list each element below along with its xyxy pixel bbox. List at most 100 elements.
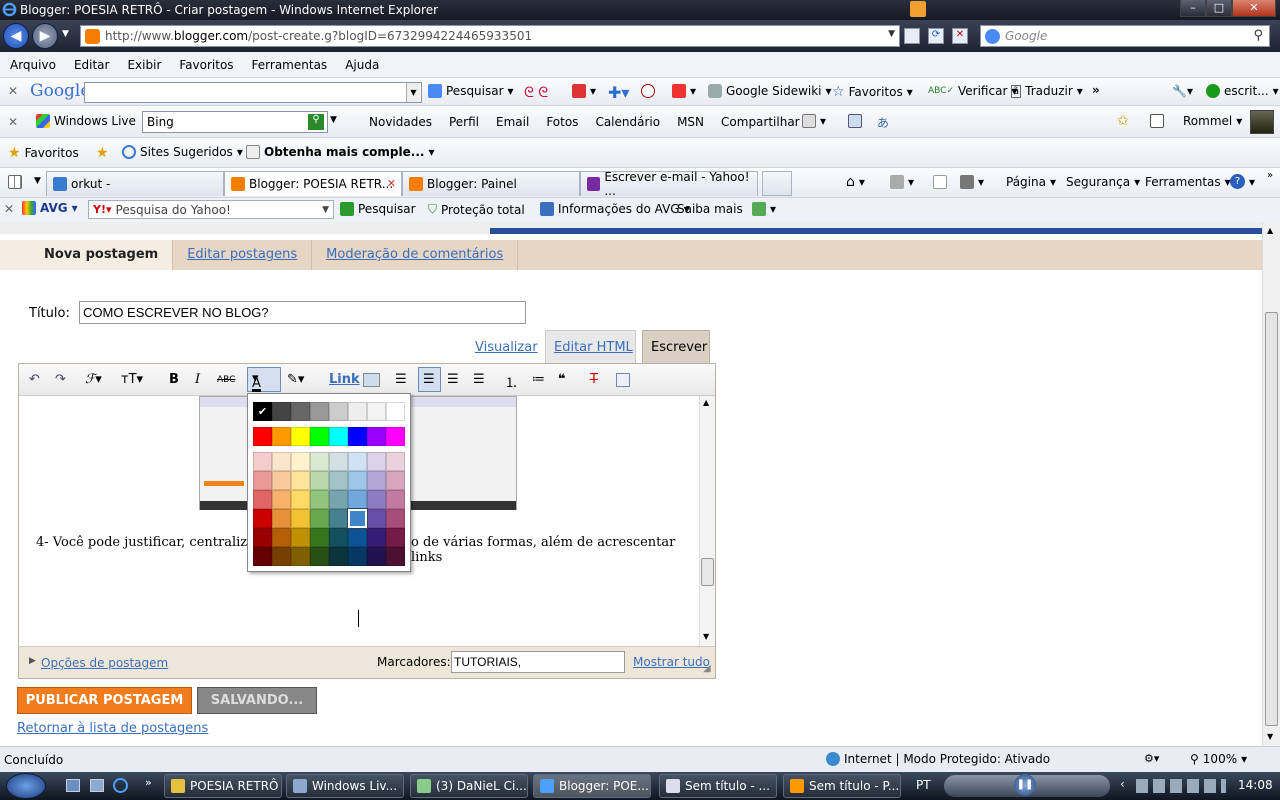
justify-icon[interactable]: ☰	[473, 372, 485, 387]
page-scrollbar[interactable]: ▲ ▼	[1262, 222, 1280, 746]
color-swatch-p5-0[interactable]	[253, 547, 272, 566]
color-swatch-p3-3[interactable]	[310, 509, 329, 528]
page-menu[interactable]: Página ▾	[1006, 175, 1056, 189]
color-swatch-r1-0[interactable]: ✔	[253, 402, 272, 421]
menu-item-4[interactable]: Ferramentas	[252, 58, 328, 72]
browser-tab-2[interactable]: Blogger: Painel	[402, 171, 580, 196]
google-search-button[interactable]: Pesquisar ▾	[428, 84, 514, 98]
color-swatch-p0-1[interactable]	[272, 452, 291, 471]
color-swatch-p2-0[interactable]	[253, 490, 272, 509]
search-dropdown-icon[interactable]: ▼	[406, 83, 420, 102]
orkut-badge-icon[interactable]	[641, 84, 655, 98]
maximize-button[interactable]: □	[1206, 0, 1232, 17]
learn-more-link[interactable]: Saiba mais	[677, 202, 743, 216]
more-chevron[interactable]: »	[1092, 83, 1100, 97]
remove-formatting-icon[interactable]: T̶	[590, 372, 598, 387]
color-swatch-p2-1[interactable]	[272, 490, 291, 509]
bold-icon[interactable]: B	[169, 372, 179, 387]
wrench-settings-icon[interactable]: 🔧▾	[1172, 84, 1193, 98]
favorites-button[interactable]: ★ Favoritos	[8, 145, 79, 161]
color-swatch-p4-2[interactable]	[291, 528, 310, 547]
switch-windows-icon[interactable]	[90, 779, 104, 792]
back-to-posts-link[interactable]: Retornar à lista de postagens	[17, 721, 208, 736]
address-dropdown-icon[interactable]: ▼	[888, 29, 895, 39]
translator-icon[interactable]: あ	[877, 114, 891, 130]
bing-search-icon[interactable]: ⚲	[308, 114, 324, 130]
color-swatch-r1-2[interactable]	[291, 402, 310, 421]
tray-expand-icon[interactable]: ‹	[1120, 777, 1125, 791]
color-swatch-p4-0[interactable]	[253, 528, 272, 547]
italic-icon[interactable]: I	[195, 372, 200, 387]
live-link-6[interactable]: Compartilhar	[721, 115, 800, 129]
refresh-icon[interactable]: ⟳	[928, 28, 944, 44]
color-swatch-p0-4[interactable]	[329, 452, 348, 471]
color-swatch-p5-1[interactable]	[272, 547, 291, 566]
menu-item-2[interactable]: Exibir	[127, 58, 161, 72]
check-spelling-button[interactable]: ABC✓ Verificar ▾	[928, 84, 1017, 98]
media-player-controls[interactable]: ❚❚	[944, 774, 1110, 797]
undo-icon[interactable]: ↶	[29, 372, 40, 387]
color-swatch-p1-6[interactable]	[367, 471, 386, 490]
avg-info-button[interactable]: Informações do AVG ▾	[540, 202, 690, 216]
print-button[interactable]: ▾	[960, 175, 984, 189]
get-more-addons-button[interactable]: Obtenha mais comple... ▾	[246, 145, 434, 159]
live-link-0[interactable]: Novidades	[369, 115, 432, 129]
menu-item-1[interactable]: Editar	[74, 58, 110, 72]
popup-blocker-icon[interactable]: ▾	[672, 84, 696, 98]
address-bar[interactable]: http://www. blogger.com/post-create.g?blo…	[80, 25, 900, 47]
labels-input[interactable]	[451, 651, 625, 673]
live-link-5[interactable]: MSN	[677, 115, 704, 129]
color-swatch-p2-2[interactable]	[291, 490, 310, 509]
color-swatch-p1-3[interactable]	[310, 471, 329, 490]
ie-quicklaunch-icon[interactable]	[113, 778, 128, 793]
blockquote-icon[interactable]: ❝	[558, 372, 566, 387]
avg-search-button[interactable]: Pesquisar	[340, 202, 416, 216]
browser-tab-1[interactable]: Blogger: POESIA RETR... ✕	[224, 171, 402, 196]
back-button[interactable]: ◀	[3, 23, 29, 49]
taskbar-item-1[interactable]: Windows Liv...	[286, 774, 404, 798]
color-swatch-p4-1[interactable]	[272, 528, 291, 547]
color-swatch-p4-6[interactable]	[367, 528, 386, 547]
color-swatch-r1-7[interactable]	[386, 402, 405, 421]
menu-item-5[interactable]: Ajuda	[345, 58, 379, 72]
taskbar-item-0[interactable]: POESIA RETRÔ	[164, 774, 282, 798]
start-button[interactable]	[6, 773, 46, 799]
post-title-input[interactable]	[79, 301, 526, 324]
preview-link[interactable]: Visualizar	[475, 340, 538, 355]
compat-view-icon[interactable]	[904, 28, 920, 44]
taskbar-item-5[interactable]: Sem título - P...	[783, 774, 901, 798]
scroll-up-icon[interactable]: ▲	[703, 398, 709, 407]
avg-close-icon[interactable]: ✕	[4, 202, 14, 216]
font-size-icon[interactable]: ᴛT▾	[121, 372, 143, 387]
color-swatch-p3-2[interactable]	[291, 509, 310, 528]
command-bar-more-icon[interactable]: »	[1267, 170, 1273, 181]
scroll-down-icon[interactable]: ▼	[703, 632, 709, 641]
language-indicator[interactable]: PT	[916, 778, 931, 792]
redo-icon[interactable]: ↷	[55, 372, 66, 387]
live-link-4[interactable]: Calendário	[595, 115, 660, 129]
quick-tabs-icon[interactable]	[8, 175, 22, 189]
editor-scroll-thumb[interactable]	[701, 558, 714, 586]
yahoo-search-input[interactable]: Y!▾ Pesquisa do Yahoo! ▼	[88, 200, 334, 219]
live-link-1[interactable]: Perfil	[449, 115, 479, 129]
suggested-sites-button[interactable]: Sites Sugeridos ▾	[122, 145, 243, 159]
translate-button[interactable]: ã Traduzir ▾	[1011, 84, 1083, 98]
strikethrough-icon[interactable]: ABC	[217, 375, 235, 385]
align-center-icon[interactable]: ☰	[418, 367, 441, 392]
font-family-icon[interactable]: ℱ▾	[85, 372, 102, 387]
color-swatch-r1-4[interactable]	[329, 402, 348, 421]
color-swatch-r2-7[interactable]	[386, 427, 405, 446]
highlight-color-icon[interactable]: ✎▾	[287, 372, 304, 387]
add-favorite-icon[interactable]: ★	[96, 145, 109, 161]
menu-item-3[interactable]: Favoritos	[179, 58, 233, 72]
color-swatch-r1-1[interactable]	[272, 402, 291, 421]
color-swatch-p3-6[interactable]	[367, 509, 386, 528]
color-swatch-r2-1[interactable]	[272, 427, 291, 446]
numbered-list-icon[interactable]: ⒈	[505, 372, 518, 391]
color-swatch-p1-0[interactable]	[253, 471, 272, 490]
color-swatch-r1-3[interactable]	[310, 402, 329, 421]
link-button[interactable]: Link	[329, 372, 360, 387]
orkut-spiral-icon[interactable]: ᘓ ᘓ	[524, 85, 548, 101]
color-swatch-r2-5[interactable]	[348, 427, 367, 446]
page-scroll-thumb[interactable]	[1265, 312, 1278, 726]
